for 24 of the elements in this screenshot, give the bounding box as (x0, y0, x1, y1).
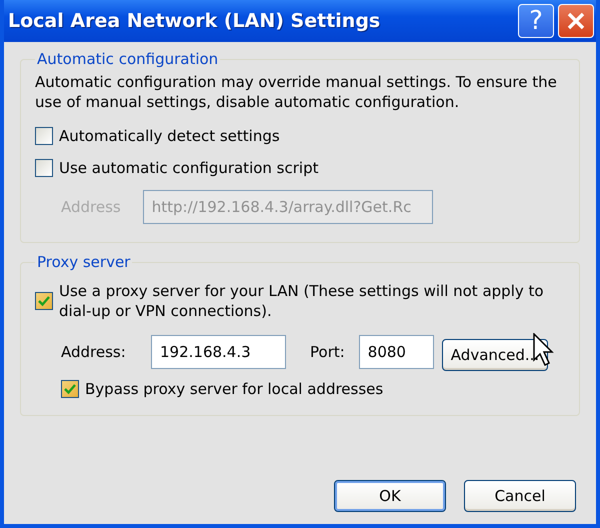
description-text: Automatic configuration may override manual settings. To ensure the use of manual settings, disable automatic configuration. (35, 72, 558, 112)
port-field[interactable]: 8080 (358, 335, 434, 369)
checkbox[interactable] (61, 380, 79, 398)
group-legend: Proxy server (35, 253, 132, 271)
field-label: Address (61, 197, 121, 217)
dialog-button[interactable]: OK (334, 480, 446, 512)
checkbox[interactable] (35, 292, 53, 310)
checkbox[interactable] (35, 159, 53, 177)
check-icon (64, 383, 76, 395)
checkbox-label: Bypass proxy server for local addresses (85, 379, 384, 399)
checkbox-label: Automatically detect settings (59, 126, 280, 146)
dialog-button[interactable]: Cancel (464, 480, 576, 512)
checkbox-label: Use a proxy server for your LAN (These settings will not apply to dial-up or VPN connections). (59, 281, 545, 321)
group-legend: Automatic configuration (35, 50, 220, 68)
checkbox[interactable] (35, 127, 53, 145)
help-button[interactable]: ? (518, 4, 554, 38)
close-button[interactable] (558, 4, 594, 38)
field-label: Address: (61, 342, 127, 362)
check-icon (38, 295, 50, 307)
field-label: Port: (310, 342, 345, 362)
checkbox-label: Use automatic configuration script (59, 158, 318, 178)
close-icon (566, 11, 586, 31)
address-field[interactable]: 192.168.4.3 (151, 335, 286, 369)
window-title: Local Area Network (LAN) Settings (8, 10, 382, 32)
